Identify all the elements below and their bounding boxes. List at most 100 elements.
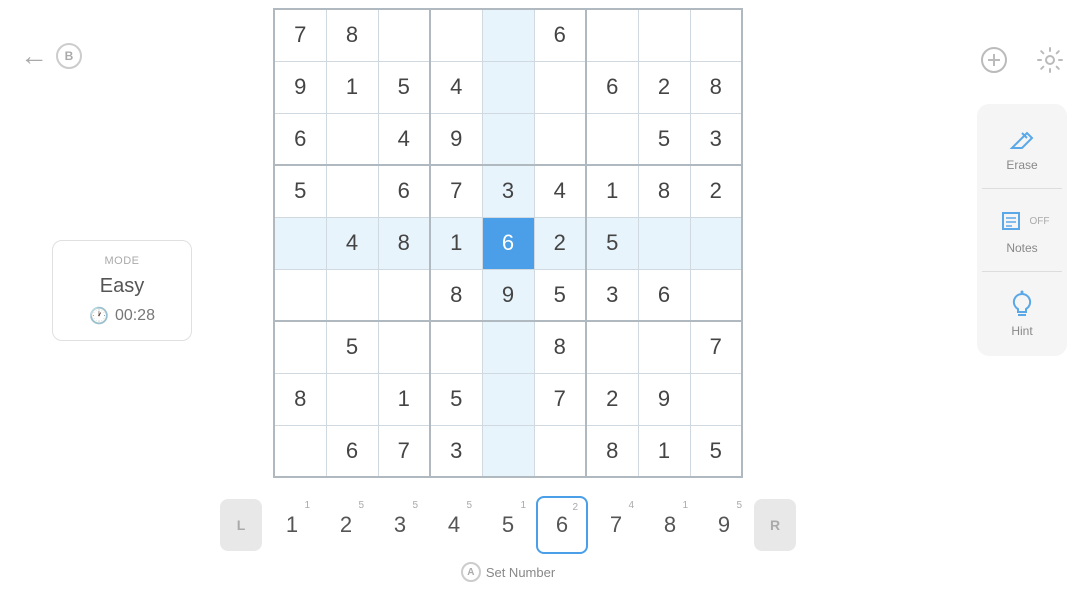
right-side-btn[interactable]: R bbox=[754, 499, 796, 551]
cell-2-8[interactable]: 3 bbox=[690, 113, 742, 165]
cell-4-6[interactable]: 5 bbox=[586, 217, 638, 269]
cell-2-1[interactable] bbox=[326, 113, 378, 165]
cell-3-5[interactable]: 4 bbox=[534, 165, 586, 217]
cell-1-1[interactable]: 1 bbox=[326, 61, 378, 113]
cell-8-1[interactable]: 6 bbox=[326, 425, 378, 477]
cell-1-8[interactable]: 8 bbox=[690, 61, 742, 113]
sudoku-grid[interactable]: 7869154628649535673418248162589536587815… bbox=[273, 8, 743, 478]
num-btn-5[interactable]: 15 bbox=[482, 496, 534, 554]
num-btn-3[interactable]: 53 bbox=[374, 496, 426, 554]
cell-4-8[interactable] bbox=[690, 217, 742, 269]
cell-3-3[interactable]: 7 bbox=[430, 165, 482, 217]
cell-5-5[interactable]: 5 bbox=[534, 269, 586, 321]
cell-6-7[interactable] bbox=[638, 321, 690, 373]
cell-7-4[interactable] bbox=[482, 373, 534, 425]
cell-0-7[interactable] bbox=[638, 9, 690, 61]
cell-3-6[interactable]: 1 bbox=[586, 165, 638, 217]
cell-0-1[interactable]: 8 bbox=[326, 9, 378, 61]
cell-5-6[interactable]: 3 bbox=[586, 269, 638, 321]
cell-6-8[interactable]: 7 bbox=[690, 321, 742, 373]
cell-3-4[interactable]: 3 bbox=[482, 165, 534, 217]
cell-0-3[interactable] bbox=[430, 9, 482, 61]
cell-0-6[interactable] bbox=[586, 9, 638, 61]
back-button[interactable]: ← B bbox=[20, 40, 82, 72]
cell-4-2[interactable]: 8 bbox=[378, 217, 430, 269]
cell-3-2[interactable]: 6 bbox=[378, 165, 430, 217]
cell-8-6[interactable]: 8 bbox=[586, 425, 638, 477]
cell-3-7[interactable]: 8 bbox=[638, 165, 690, 217]
cell-1-4[interactable] bbox=[482, 61, 534, 113]
cell-7-7[interactable]: 9 bbox=[638, 373, 690, 425]
cell-4-7[interactable] bbox=[638, 217, 690, 269]
cell-2-5[interactable] bbox=[534, 113, 586, 165]
cell-6-0[interactable] bbox=[274, 321, 326, 373]
cell-1-7[interactable]: 2 bbox=[638, 61, 690, 113]
cell-8-5[interactable] bbox=[534, 425, 586, 477]
add-button[interactable] bbox=[974, 40, 1014, 80]
settings-button[interactable] bbox=[1030, 40, 1070, 80]
cell-2-3[interactable]: 9 bbox=[430, 113, 482, 165]
cell-6-4[interactable] bbox=[482, 321, 534, 373]
cell-6-1[interactable]: 5 bbox=[326, 321, 378, 373]
cell-3-8[interactable]: 2 bbox=[690, 165, 742, 217]
cell-4-4[interactable]: 6 bbox=[482, 217, 534, 269]
cell-0-2[interactable] bbox=[378, 9, 430, 61]
cell-1-6[interactable]: 6 bbox=[586, 61, 638, 113]
cell-0-5[interactable]: 6 bbox=[534, 9, 586, 61]
cell-8-8[interactable]: 5 bbox=[690, 425, 742, 477]
cell-2-6[interactable] bbox=[586, 113, 638, 165]
num-btn-7[interactable]: 47 bbox=[590, 496, 642, 554]
cell-3-1[interactable] bbox=[326, 165, 378, 217]
num-btn-8[interactable]: 18 bbox=[644, 496, 696, 554]
cell-6-5[interactable]: 8 bbox=[534, 321, 586, 373]
cell-8-0[interactable] bbox=[274, 425, 326, 477]
num-btn-4[interactable]: 54 bbox=[428, 496, 480, 554]
cell-4-3[interactable]: 1 bbox=[430, 217, 482, 269]
cell-8-7[interactable]: 1 bbox=[638, 425, 690, 477]
cell-8-2[interactable]: 7 bbox=[378, 425, 430, 477]
notes-tool[interactable]: OFF Notes bbox=[995, 199, 1050, 261]
cell-5-3[interactable]: 8 bbox=[430, 269, 482, 321]
cell-7-3[interactable]: 5 bbox=[430, 373, 482, 425]
cell-1-0[interactable]: 9 bbox=[274, 61, 326, 113]
cell-8-3[interactable]: 3 bbox=[430, 425, 482, 477]
cell-7-1[interactable] bbox=[326, 373, 378, 425]
cell-4-5[interactable]: 2 bbox=[534, 217, 586, 269]
cell-0-4[interactable] bbox=[482, 9, 534, 61]
left-nav: ← B bbox=[20, 40, 82, 72]
erase-tool[interactable]: Erase bbox=[1006, 116, 1038, 178]
cell-4-0[interactable] bbox=[274, 217, 326, 269]
cell-1-3[interactable]: 4 bbox=[430, 61, 482, 113]
cell-5-2[interactable] bbox=[378, 269, 430, 321]
cell-2-2[interactable]: 4 bbox=[378, 113, 430, 165]
cell-0-8[interactable] bbox=[690, 9, 742, 61]
cell-5-0[interactable] bbox=[274, 269, 326, 321]
num-btn-6[interactable]: 26 bbox=[536, 496, 588, 554]
cell-5-1[interactable] bbox=[326, 269, 378, 321]
cell-6-2[interactable] bbox=[378, 321, 430, 373]
cell-5-7[interactable]: 6 bbox=[638, 269, 690, 321]
num-btn-2[interactable]: 52 bbox=[320, 496, 372, 554]
cell-6-6[interactable] bbox=[586, 321, 638, 373]
cell-7-8[interactable] bbox=[690, 373, 742, 425]
num-btn-9[interactable]: 59 bbox=[698, 496, 750, 554]
cell-4-1[interactable]: 4 bbox=[326, 217, 378, 269]
cell-2-4[interactable] bbox=[482, 113, 534, 165]
cell-7-5[interactable]: 7 bbox=[534, 373, 586, 425]
num-btn-1[interactable]: 11 bbox=[266, 496, 318, 554]
cell-0-0[interactable]: 7 bbox=[274, 9, 326, 61]
hint-tool[interactable]: Hint bbox=[1006, 282, 1038, 344]
cell-1-5[interactable] bbox=[534, 61, 586, 113]
cell-2-0[interactable]: 6 bbox=[274, 113, 326, 165]
cell-5-4[interactable]: 9 bbox=[482, 269, 534, 321]
left-side-btn[interactable]: L bbox=[220, 499, 262, 551]
cell-3-0[interactable]: 5 bbox=[274, 165, 326, 217]
cell-7-2[interactable]: 1 bbox=[378, 373, 430, 425]
cell-2-7[interactable]: 5 bbox=[638, 113, 690, 165]
cell-8-4[interactable] bbox=[482, 425, 534, 477]
cell-7-6[interactable]: 2 bbox=[586, 373, 638, 425]
cell-5-8[interactable] bbox=[690, 269, 742, 321]
cell-1-2[interactable]: 5 bbox=[378, 61, 430, 113]
cell-6-3[interactable] bbox=[430, 321, 482, 373]
cell-7-0[interactable]: 8 bbox=[274, 373, 326, 425]
